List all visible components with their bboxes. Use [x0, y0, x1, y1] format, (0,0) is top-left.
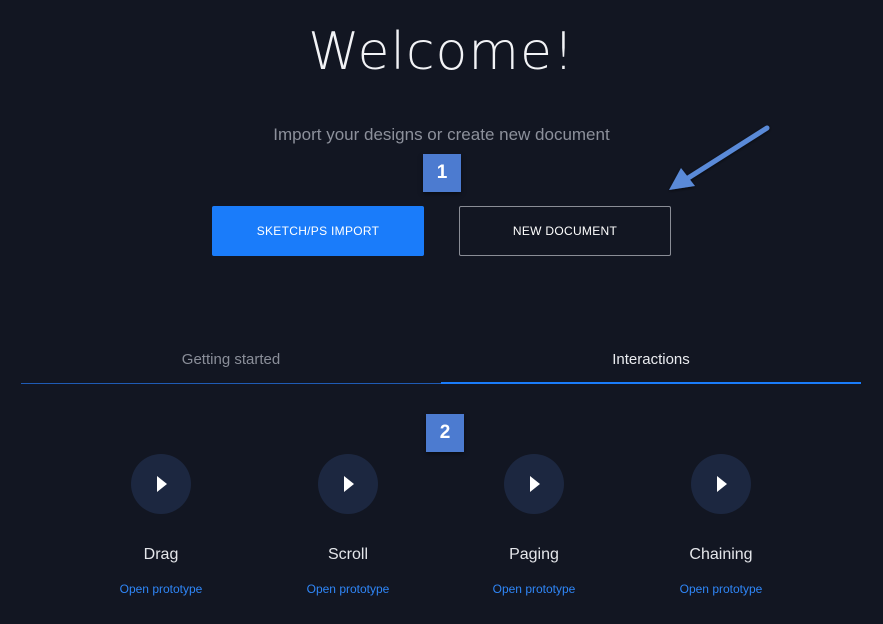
- play-icon: [530, 476, 540, 492]
- play-icon: [344, 476, 354, 492]
- play-icon: [157, 476, 167, 492]
- prototype-title: Paging: [509, 546, 559, 563]
- open-prototype-link[interactable]: Open prototype: [268, 582, 428, 596]
- welcome-page: Welcome! Import your designs or create n…: [0, 0, 883, 624]
- open-prototype-link[interactable]: Open prototype: [641, 582, 801, 596]
- play-button[interactable]: [131, 454, 191, 514]
- play-button[interactable]: [504, 454, 564, 514]
- prototype-card-scroll: Scroll Open prototype: [268, 454, 428, 604]
- prototype-card-drag: Drag Open prototype: [81, 454, 241, 604]
- open-prototype-link[interactable]: Open prototype: [81, 582, 241, 596]
- annotation-marker-2: 2: [426, 414, 464, 452]
- sketch-ps-import-button[interactable]: SKETCH/PS IMPORT: [212, 206, 424, 256]
- play-icon: [717, 476, 727, 492]
- prototype-card-chaining: Chaining Open prototype: [641, 454, 801, 604]
- prototype-title: Drag: [143, 546, 179, 563]
- play-button[interactable]: [691, 454, 751, 514]
- annotation-marker-1: 1: [423, 154, 461, 192]
- play-button[interactable]: [318, 454, 378, 514]
- new-document-button[interactable]: NEW DOCUMENT: [459, 206, 671, 256]
- tab-bar: Getting started Interactions: [21, 336, 861, 384]
- page-title: Welcome!: [308, 22, 575, 82]
- tab-interactions[interactable]: Interactions: [441, 336, 861, 384]
- prototype-title: Scroll: [327, 546, 368, 563]
- prototype-title: Chaining: [689, 546, 753, 563]
- open-prototype-link[interactable]: Open prototype: [454, 582, 614, 596]
- arrow-icon: [669, 125, 770, 190]
- tab-getting-started[interactable]: Getting started: [21, 336, 441, 384]
- prototype-card-paging: Paging Open prototype: [454, 454, 614, 604]
